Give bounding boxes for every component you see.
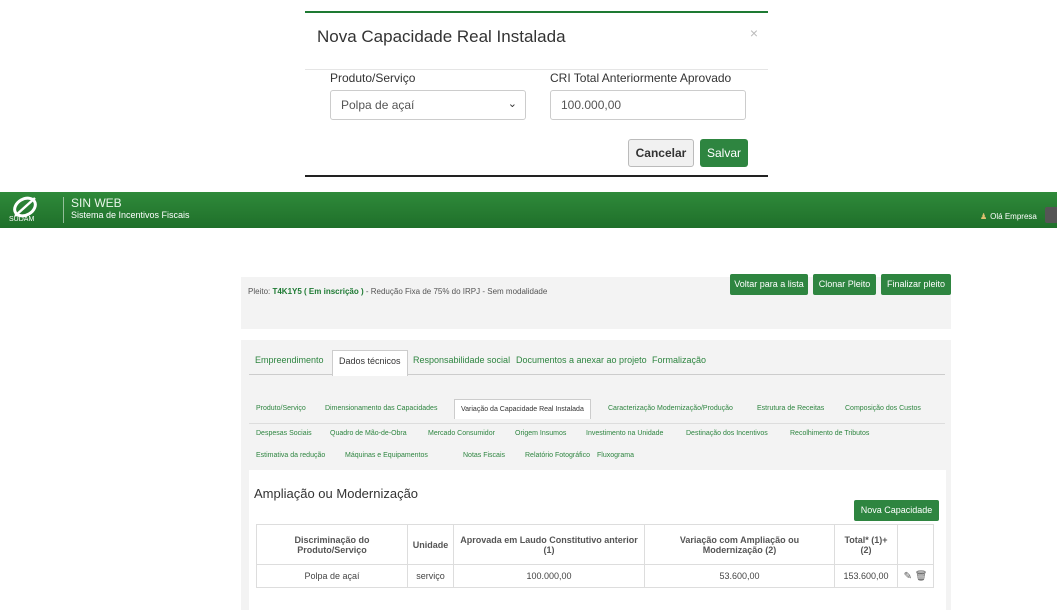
subtab-produto-servico[interactable]: Produto/Serviço: [256, 405, 306, 412]
subtab-estimativa-reducao[interactable]: Estimativa da redução: [256, 452, 325, 459]
nova-capacidade-button[interactable]: Nova Capacidade: [854, 500, 939, 521]
tab-documentos[interactable]: Documentos a anexar ao projeto: [516, 352, 647, 374]
pleito-code: T4K1Y5 ( Em inscrição ): [272, 287, 364, 296]
logo-text: SUDAM: [9, 216, 35, 223]
subtab-divider: [249, 423, 945, 424]
tab-empreendimento[interactable]: Empreendimento: [255, 352, 324, 374]
app-subtitle: Sistema de Incentivos Fiscais: [71, 210, 190, 220]
clone-pleito-button[interactable]: Clonar Pleito: [813, 274, 876, 295]
subtab-caracterizacao[interactable]: Caracterização Modernização/Produção: [608, 405, 733, 412]
user-menu[interactable]: ♟ Olá Empresa: [980, 212, 1037, 221]
finish-pleito-button[interactable]: Finalizar pleito: [881, 274, 951, 295]
modal-dialog: Nova Capacidade Real Instalada × Produto…: [305, 11, 768, 177]
subtab-investimento-unidade[interactable]: Investimento na Unidade: [586, 430, 663, 437]
subtab-maquinas-equipamentos[interactable]: Máquinas e Equipamentos: [345, 452, 428, 459]
subtab-despesas-sociais[interactable]: Despesas Sociais: [256, 430, 312, 437]
subtab-dimensionamento[interactable]: Dimensionamento das Capacidades: [325, 405, 437, 412]
save-button[interactable]: Salvar: [700, 139, 748, 167]
tab-formalizacao[interactable]: Formalização: [652, 352, 706, 374]
subtab-composicao-custos[interactable]: Composição dos Custos: [845, 405, 921, 412]
cancel-button[interactable]: Cancelar: [628, 139, 694, 167]
subtab-destinacao-incentivos[interactable]: Destinação dos Incentivos: [686, 430, 768, 437]
subtab-estrutura-receitas[interactable]: Estrutura de Receitas: [757, 405, 824, 412]
subtab-notas-fiscais[interactable]: Notas Fiscais: [463, 452, 505, 459]
subtab-relatorio-fotografico[interactable]: Relatório Fotográfico: [525, 452, 590, 459]
subtab-mercado-consumidor[interactable]: Mercado Consumidor: [428, 430, 495, 437]
user-name: Olá Empresa: [990, 212, 1037, 221]
product-label: Produto/Serviço: [330, 71, 416, 85]
menu-toggle-button[interactable]: [1045, 207, 1057, 223]
tab-dados-tecnicos[interactable]: Dados técnicos: [332, 350, 408, 376]
cri-input[interactable]: 100.000,00: [550, 90, 746, 120]
user-icon: ♟: [980, 212, 988, 221]
col-header-variacao: Variação com Ampliação ou Modernização (…: [644, 524, 835, 565]
col-header-discriminacao: Discriminação do Produto/Serviço: [256, 524, 408, 565]
capacity-table: Discriminação do Produto/Serviço Unidade…: [256, 524, 934, 588]
product-select[interactable]: Polpa de açaí ⌄: [330, 90, 526, 120]
subtab-origem-insumos[interactable]: Origem Insumos: [515, 430, 566, 437]
cell-aprovada: 100.000,00: [453, 564, 645, 588]
subtab-recolhimento-tributos[interactable]: Recolhimento de Tributos: [790, 430, 869, 437]
modal-title: Nova Capacidade Real Instalada: [317, 27, 566, 46]
cell-produto: Polpa de açaí: [256, 564, 408, 588]
app-title: SIN WEB: [71, 196, 122, 210]
table-row: Polpa de açaí serviço 100.000,00 53.600,…: [256, 564, 934, 588]
trash-icon[interactable]: 🗑: [915, 571, 928, 582]
back-to-list-button[interactable]: Voltar para a lista: [730, 274, 808, 295]
chevron-down-icon: ⌄: [507, 98, 517, 110]
cell-total: 153.600,00: [834, 564, 898, 588]
col-header-aprovada: Aprovada em Laudo Constitutivo anterior …: [453, 524, 645, 565]
divider: [305, 69, 768, 70]
cri-label: CRI Total Anteriormente Aprovado: [550, 71, 732, 85]
col-header-unidade: Unidade: [407, 524, 454, 565]
cell-variacao: 53.600,00: [644, 564, 835, 588]
col-header-total: Total* (1)+(2): [834, 524, 898, 565]
tab-responsabilidade-social[interactable]: Responsabilidade social: [413, 352, 510, 374]
cell-actions: ✎ 🗑: [897, 564, 934, 588]
subtab-variacao-capacidade[interactable]: Variação da Capacidade Real Instalada: [454, 399, 591, 419]
pleito-prefix: Pleito:: [248, 287, 271, 296]
col-header-actions: [897, 524, 934, 565]
subtab-quadro-mao-de-obra[interactable]: Quadro de Mão-de-Obra: [330, 430, 407, 437]
app-header: SUDAM SIN WEB Sistema de Incentivos Fisc…: [0, 192, 1057, 228]
subtab-fluxograma[interactable]: Fluxograma: [597, 452, 634, 459]
divider: [63, 197, 64, 223]
pleito-desc: - Redução Fixa de 75% do IRPJ - Sem moda…: [365, 287, 548, 296]
edit-icon[interactable]: ✎: [904, 571, 912, 582]
pleito-info: Pleito: T4K1Y5 ( Em inscrição ) - Reduçã…: [248, 287, 547, 296]
cell-unidade: serviço: [407, 564, 454, 588]
product-select-value: Polpa de açaí: [341, 98, 415, 112]
close-icon[interactable]: ×: [750, 25, 758, 41]
section-title: Ampliação ou Modernização: [254, 486, 419, 501]
